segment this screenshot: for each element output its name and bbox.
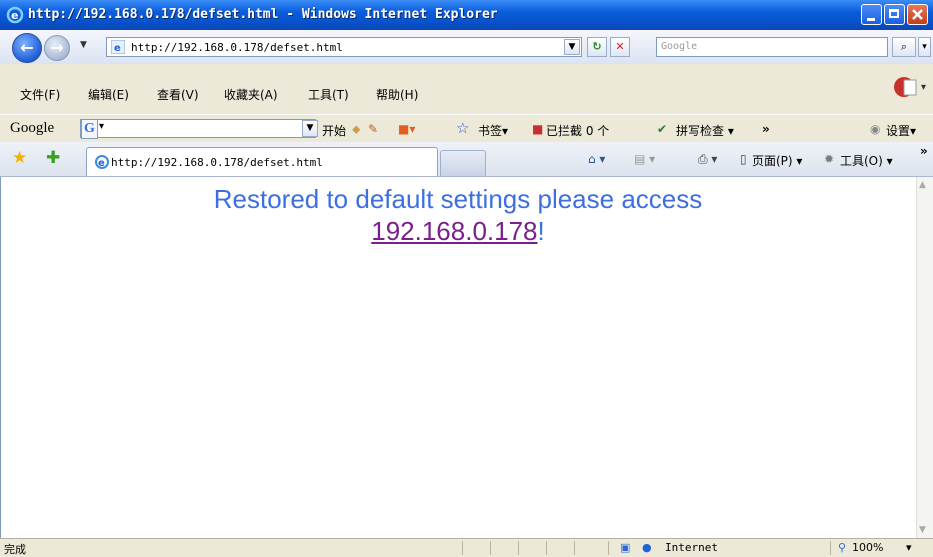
google-search-input[interactable]: G ▾ (80, 119, 316, 139)
google-apps-icon[interactable]: ■▾ (398, 122, 415, 136)
close-button[interactable] (907, 4, 928, 25)
favorites-star-icon[interactable]: ★ (12, 148, 27, 168)
minimize-button[interactable] (861, 4, 882, 25)
menu-help[interactable]: 帮助(H) (376, 86, 418, 103)
page-ie-icon: e (111, 40, 125, 54)
protected-mode-icon: ▣ (620, 541, 631, 554)
menu-edit[interactable]: 编辑(E) (88, 86, 129, 103)
settings-icon: ◉ (870, 122, 881, 136)
status-divider (608, 541, 609, 555)
feeds-icon[interactable]: ▤ ▾ (634, 152, 655, 166)
menu-tools[interactable]: 工具(T) (308, 86, 349, 103)
device-ip-link[interactable]: 192.168.0.178 (371, 216, 537, 246)
zoom-icon: ⚲ (838, 541, 847, 554)
scroll-up-icon[interactable]: ▲ (919, 180, 926, 190)
address-url: http://192.168.0.178/defset.html (131, 41, 343, 54)
bookmarks-button[interactable]: 书签▾ (478, 122, 508, 139)
menu-favorites[interactable]: 收藏夹(A) (224, 86, 278, 103)
google-logo: Google (10, 120, 55, 136)
tab-current[interactable]: e http://192.168.0.178/defset.html (86, 147, 438, 176)
tab-title: http://192.168.0.178/defset.html (111, 156, 323, 169)
forward-arrow-icon: → (50, 38, 64, 57)
zoom-dropdown-icon[interactable]: ▾ (906, 541, 912, 554)
ie-icon: e (6, 6, 24, 24)
exclamation: ! (537, 216, 545, 246)
window-title: http://192.168.0.178/defset.html - Windo… (28, 7, 498, 22)
settings-button[interactable]: 设置▾ (886, 122, 916, 139)
maximize-button[interactable] (884, 4, 905, 25)
history-dropdown-icon[interactable]: ▼ (80, 40, 87, 50)
refresh-icon[interactable]: ↻ (587, 37, 607, 57)
scroll-down-icon[interactable]: ▼ (919, 525, 926, 535)
status-divider (546, 541, 547, 555)
page-icon: ▯ (740, 152, 747, 166)
menu-bar: 文件(F) 编辑(E) 查看(V) 收藏夹(A) 工具(T) 帮助(H) ▾ (0, 64, 933, 114)
google-news-icon[interactable]: ✎ (368, 122, 378, 136)
restore-message: Restored to default settings please acce… (0, 183, 916, 247)
tab-ie-icon: e (95, 155, 109, 169)
more-tools-button[interactable]: » (762, 122, 770, 136)
zoom-level[interactable]: 100% (852, 541, 883, 554)
popup-blocker-icon: ■ (532, 122, 544, 136)
back-button[interactable]: ← (12, 33, 42, 63)
search-input[interactable]: Google (656, 37, 888, 57)
tab-row: ★ ✚ e http://192.168.0.178/defset.html ⌂… (0, 142, 933, 177)
status-divider (518, 541, 519, 555)
internet-globe-icon: ● (642, 541, 652, 554)
google-g-icon: G (81, 119, 98, 139)
status-divider (830, 541, 831, 555)
status-bar: 完成 ▣ ● Internet ⚲ 100% ▾ (0, 538, 933, 557)
vertical-scrollbar[interactable]: ▲ ▼ (916, 177, 933, 538)
tools-gear-icon: ✹ (824, 152, 835, 166)
new-tab-button[interactable] (440, 150, 486, 176)
popup-blocked-count[interactable]: 已拦截 0 个 (546, 122, 609, 139)
menu-view[interactable]: 查看(V) (157, 86, 199, 103)
restore-link-line: 192.168.0.178! (0, 215, 916, 247)
google-start-button[interactable]: 开始 (322, 122, 346, 139)
pdf-icon[interactable]: ▾ (890, 74, 930, 100)
spellcheck-icon: ✔ (657, 122, 668, 136)
status-divider (490, 541, 491, 555)
security-zone: Internet (665, 541, 718, 554)
address-dropdown-icon[interactable]: ▼ (564, 39, 580, 55)
spellcheck-button[interactable]: 拼写检查 ▾ (676, 122, 734, 139)
menu-file[interactable]: 文件(F) (20, 86, 60, 103)
address-input[interactable]: e http://192.168.0.178/defset.html (106, 37, 582, 57)
address-toolbar: ← → ▼ e http://192.168.0.178/defset.html… (0, 30, 933, 65)
back-arrow-icon: ← (20, 38, 34, 57)
print-icon[interactable]: ⎙ ▾ (698, 152, 717, 167)
page-menu[interactable]: 页面(P) ▾ (752, 152, 802, 169)
google-nav-icon[interactable]: ⬥ (352, 122, 360, 137)
svg-text:e: e (98, 158, 105, 169)
close-icon (912, 9, 923, 20)
google-dropdown-icon[interactable]: ▼ (302, 120, 318, 137)
star-icon: ☆ (456, 119, 470, 137)
svg-text:e: e (114, 43, 121, 54)
title-bar: e http://192.168.0.178/defset.html - Win… (0, 0, 933, 30)
svg-text:▾: ▾ (921, 82, 926, 93)
svg-text:e: e (11, 9, 18, 22)
search-icon[interactable]: ⌕ (892, 37, 916, 57)
home-icon[interactable]: ⌂ ▾ (588, 152, 605, 166)
stop-icon[interactable]: ✕ (610, 37, 630, 57)
restore-message-text: Restored to default settings please acce… (213, 184, 703, 214)
tools-menu[interactable]: 工具(O) ▾ (840, 152, 893, 169)
status-divider (462, 541, 463, 555)
search-placeholder: Google (661, 41, 698, 52)
status-divider (574, 541, 575, 555)
more-commands-button[interactable]: » (920, 144, 928, 158)
google-g-dropdown-icon[interactable]: ▾ (99, 121, 104, 132)
google-toolbar: Google G ▾ ▼ 开始 ⬥ ✎ ■▾ ☆ 书签▾ ■ 已拦截 0 个 ✔… (0, 114, 933, 144)
search-options-icon[interactable]: ▾ (918, 37, 931, 57)
status-text: 完成 (4, 543, 26, 556)
add-favorites-icon[interactable]: ✚ (46, 148, 60, 168)
forward-button[interactable]: → (44, 35, 70, 61)
